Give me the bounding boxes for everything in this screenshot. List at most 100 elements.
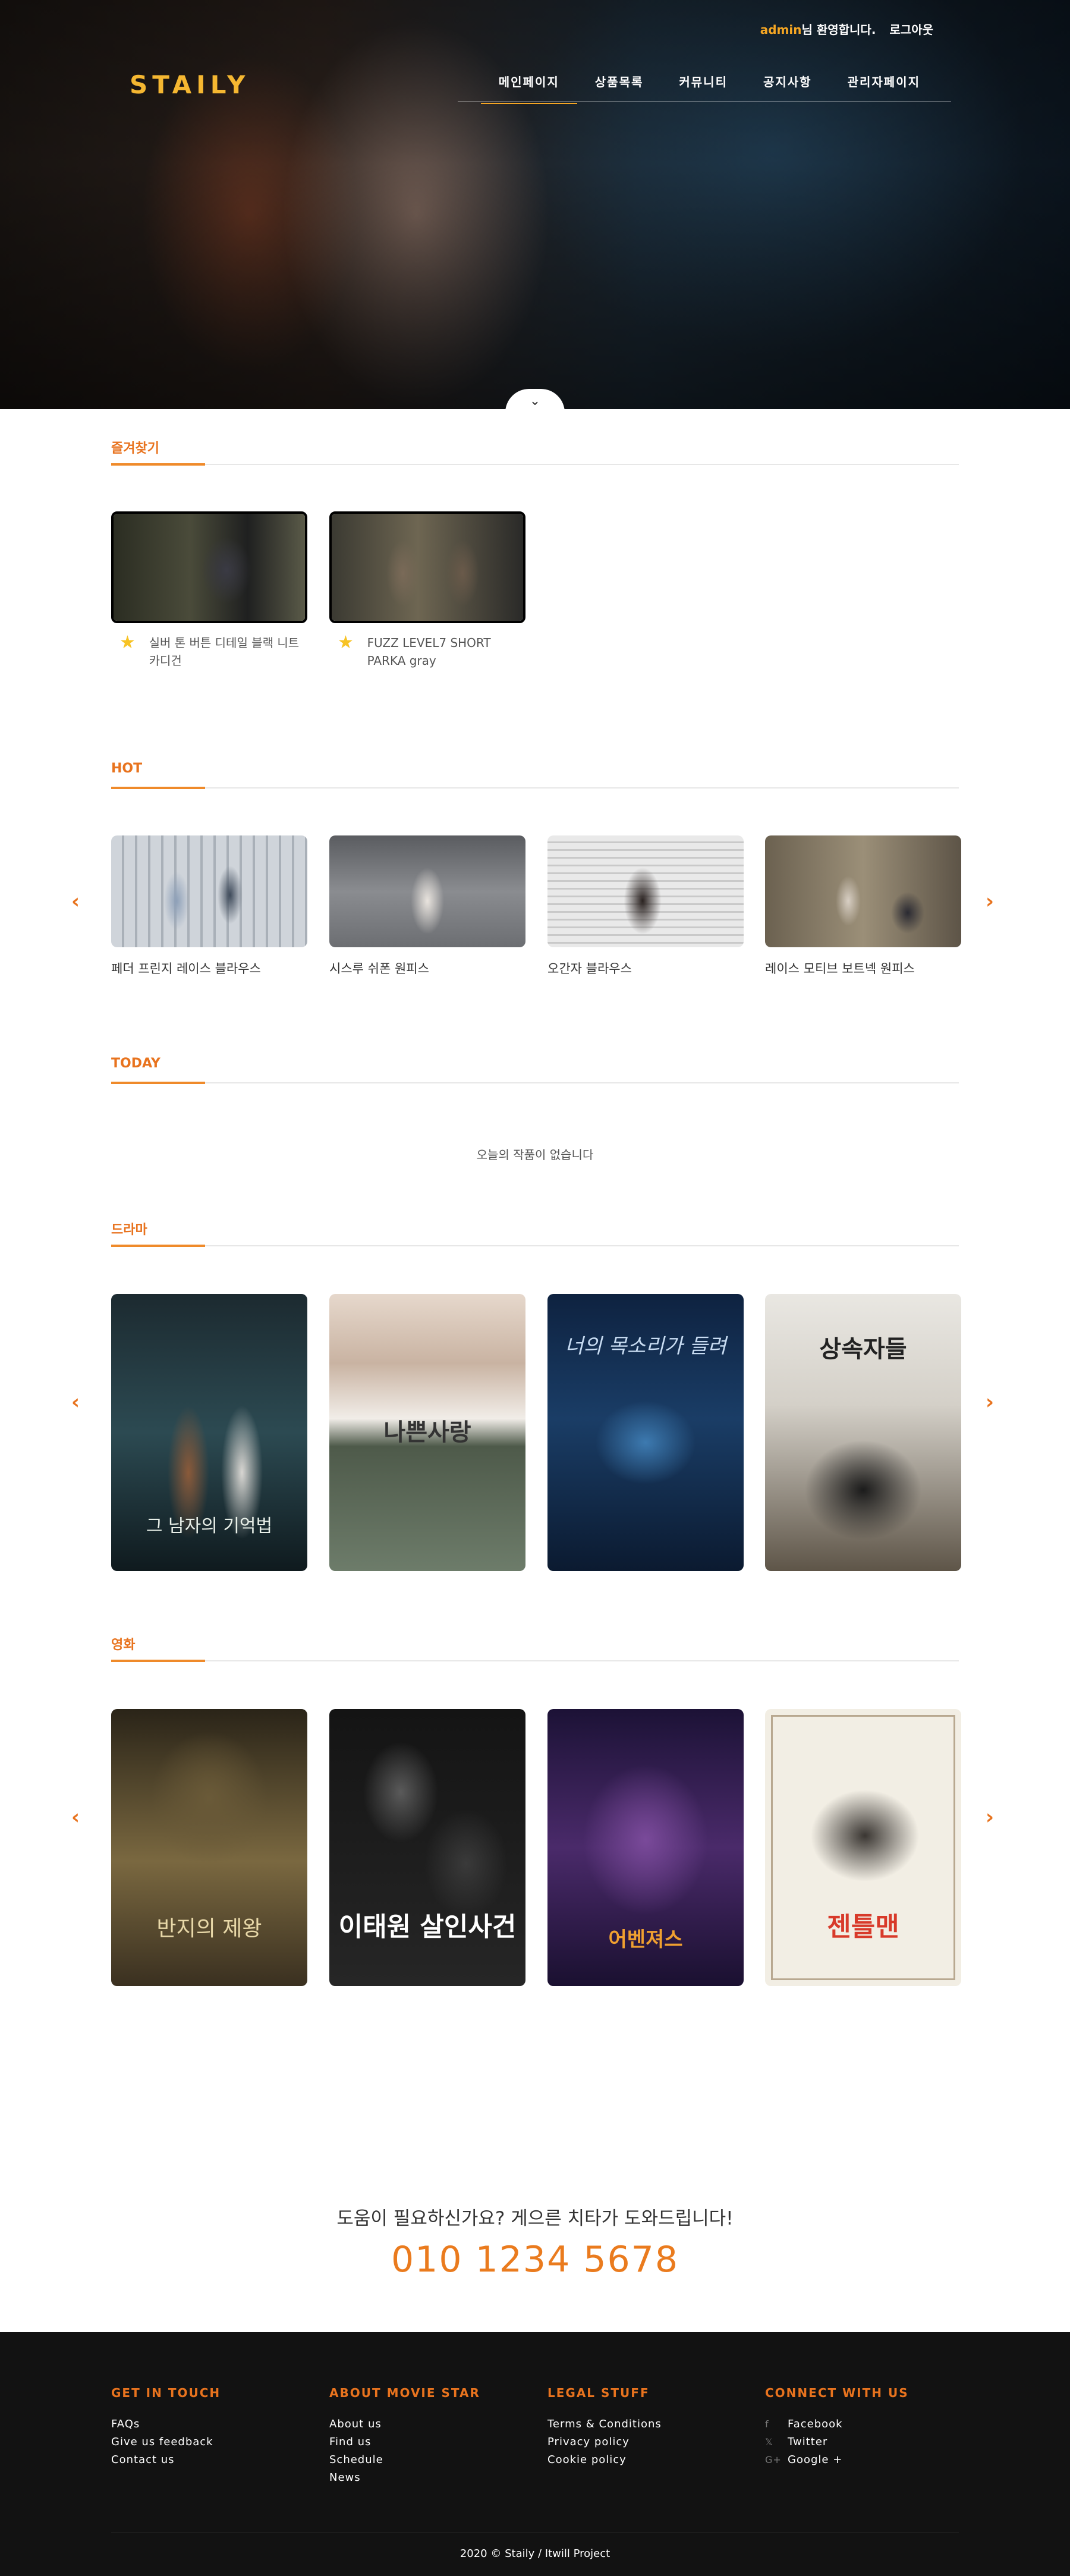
footer-link-news[interactable]: News — [329, 2469, 525, 2487]
footer-link-faqs[interactable]: FAQs — [111, 2415, 307, 2433]
welcome-text: 님 환영합니다. — [801, 23, 876, 37]
movie-title: 영화 — [111, 1638, 136, 1653]
hot-prev-arrow[interactable]: ‹ — [71, 890, 80, 913]
product-thumbnail[interactable] — [547, 835, 744, 947]
footer-link-privacy[interactable]: Privacy policy — [547, 2433, 744, 2451]
favorite-card[interactable]: ★ FUZZ LEVEL7 SHORT PARKA gray — [329, 511, 525, 670]
copyright: 2020 © Staily / Itwill Project — [460, 2547, 610, 2560]
hot-card[interactable]: 오간자 블라우스 — [547, 835, 744, 977]
poster-image[interactable]: 나쁜사랑 — [329, 1294, 525, 1571]
poster-image[interactable]: 너의 목소리가 들려 — [547, 1294, 744, 1571]
footer-heading: LEGAL STUFF — [547, 2386, 650, 2400]
favorites-title: 즐겨찾기 — [111, 441, 159, 456]
nav-products[interactable]: 상품목록 — [577, 73, 662, 104]
poster-title: 반지의 제왕 — [156, 1917, 262, 1941]
movie-poster[interactable]: 젠틀맨 — [765, 1709, 961, 1986]
drama-poster[interactable]: 그 남자의 기억법 — [111, 1294, 307, 1571]
poster-image[interactable]: 이태원 살인사건 — [329, 1709, 525, 1986]
footer-link-facebook[interactable]: f Facebook — [765, 2415, 961, 2433]
footer-heading: GET IN TOUCH — [111, 2386, 221, 2400]
footer-col-get-in-touch: GET IN TOUCH FAQs Give us feedback Conta… — [111, 2386, 307, 2469]
favorites-section: 즐겨찾기 — [111, 438, 959, 466]
today-section: TODAY 오늘의 작품이 없습니다 — [111, 1056, 959, 1162]
drama-section: 드라마 — [111, 1219, 959, 1247]
footer-col-legal: LEGAL STUFF Terms & Conditions Privacy p… — [547, 2386, 744, 2469]
twitter-icon: 𝕏 — [765, 2436, 773, 2448]
section-divider — [111, 1660, 959, 1662]
product-thumbnail[interactable] — [329, 835, 525, 947]
poster-image[interactable]: 상속자들 — [765, 1294, 961, 1571]
poster-image[interactable]: 젠틀맨 — [765, 1709, 961, 1986]
drama-poster[interactable]: 상속자들 — [765, 1294, 961, 1571]
poster-title: 너의 목소리가 들려 — [565, 1334, 726, 1358]
star-icon[interactable]: ★ — [338, 634, 357, 653]
google-plus-icon: G+ — [765, 2454, 782, 2465]
footer-col-about: ABOUT MOVIE STAR About us Find us Schedu… — [329, 2386, 525, 2487]
favorite-label: FUZZ LEVEL7 SHORT PARKA gray — [367, 636, 491, 668]
footer-heading: ABOUT MOVIE STAR — [329, 2386, 480, 2400]
main-nav: 메인페이지 상품목록 커뮤니티 공지사항 관리자페이지 — [480, 73, 938, 104]
help-phone[interactable]: 010 1234 5678 — [0, 2239, 1070, 2280]
site-logo[interactable]: STAILY — [130, 70, 250, 99]
nav-community[interactable]: 커뮤니티 — [661, 73, 745, 104]
footer-link-google[interactable]: G+ Google + — [765, 2451, 961, 2469]
product-name: 오간자 블라우스 — [547, 962, 632, 976]
poster-title: 어벤져스 — [608, 1928, 683, 1952]
favorite-card[interactable]: ★ 실버 톤 버튼 디테일 블랙 니트 카디건 — [111, 511, 307, 670]
drama-prev-arrow[interactable]: ‹ — [71, 1390, 80, 1414]
poster-title: 젠틀맨 — [827, 1912, 899, 1942]
star-icon[interactable]: ★ — [119, 634, 139, 653]
product-thumbnail[interactable] — [111, 835, 307, 947]
movie-next-arrow[interactable]: › — [986, 1805, 994, 1829]
footer-heading: CONNECT WITH US — [765, 2386, 909, 2400]
movie-poster[interactable]: 이태원 살인사건 — [329, 1709, 525, 1986]
footer-link-terms[interactable]: Terms & Conditions — [547, 2415, 744, 2433]
favorite-label: 실버 톤 버튼 디테일 블랙 니트 카디건 — [149, 636, 300, 668]
logout-link[interactable]: 로그아웃 — [889, 23, 933, 37]
section-divider — [111, 787, 959, 789]
nav-admin[interactable]: 관리자페이지 — [830, 73, 938, 104]
drama-poster[interactable]: 나쁜사랑 — [329, 1294, 525, 1571]
footer-link-find-us[interactable]: Find us — [329, 2433, 525, 2451]
movie-poster[interactable]: 반지의 제왕 — [111, 1709, 307, 1986]
movie-poster[interactable]: 어벤져스 — [547, 1709, 744, 1986]
footer-link-schedule[interactable]: Schedule — [329, 2451, 525, 2469]
nav-main[interactable]: 메인페이지 — [480, 73, 577, 104]
poster-title: 그 남자의 기억법 — [146, 1516, 273, 1537]
today-title: TODAY — [111, 1056, 160, 1071]
hot-card[interactable]: 레이스 모티브 보트넥 원피스 — [765, 835, 961, 977]
hot-next-arrow[interactable]: › — [986, 890, 994, 913]
poster-image[interactable]: 그 남자의 기억법 — [111, 1294, 307, 1571]
poster-title: 상속자들 — [819, 1336, 907, 1363]
drama-poster[interactable]: 너의 목소리가 들려 — [547, 1294, 744, 1571]
footer-link-feedback[interactable]: Give us feedback — [111, 2433, 307, 2451]
footer-link-label: Google + — [788, 2454, 843, 2466]
hot-section: HOT — [111, 761, 959, 789]
chevron-down-icon: ⌄ — [529, 394, 541, 409]
section-divider — [111, 1082, 959, 1084]
hot-card[interactable]: 시스루 쉬폰 원피스 — [329, 835, 525, 977]
footer-col-connect: CONNECT WITH US f Facebook 𝕏 Twitter G+ Goo… — [765, 2386, 961, 2469]
section-divider — [111, 1245, 959, 1247]
footer-link-about[interactable]: About us — [329, 2415, 525, 2433]
section-divider — [111, 463, 959, 466]
hot-card[interactable]: 페더 프린지 레이스 블라우스 — [111, 835, 307, 977]
poster-image[interactable]: 반지의 제왕 — [111, 1709, 307, 1986]
nav-notice[interactable]: 공지사항 — [745, 73, 830, 104]
product-thumbnail[interactable] — [329, 511, 525, 623]
username: admin — [760, 23, 802, 37]
help-question: 도움이 필요하신가요? 게으른 치타가 도와드립니다! — [336, 2208, 734, 2229]
footer-link-twitter[interactable]: 𝕏 Twitter — [765, 2433, 961, 2451]
product-thumbnail[interactable] — [111, 511, 307, 623]
footer-link-cookie[interactable]: Cookie policy — [547, 2451, 744, 2469]
movie-prev-arrow[interactable]: ‹ — [71, 1805, 80, 1829]
footer-link-label: Facebook — [788, 2418, 843, 2430]
drama-next-arrow[interactable]: › — [986, 1390, 994, 1414]
footer-link-contact[interactable]: Contact us — [111, 2451, 307, 2469]
user-bar: admin님 환영합니다. 로그아웃 — [760, 20, 933, 37]
footer: GET IN TOUCH FAQs Give us feedback Conta… — [0, 2332, 1070, 2576]
poster-image[interactable]: 어벤져스 — [547, 1709, 744, 1986]
poster-title: 이태원 살인사건 — [338, 1912, 517, 1942]
product-thumbnail[interactable] — [765, 835, 961, 947]
poster-title: 나쁜사랑 — [383, 1419, 471, 1446]
